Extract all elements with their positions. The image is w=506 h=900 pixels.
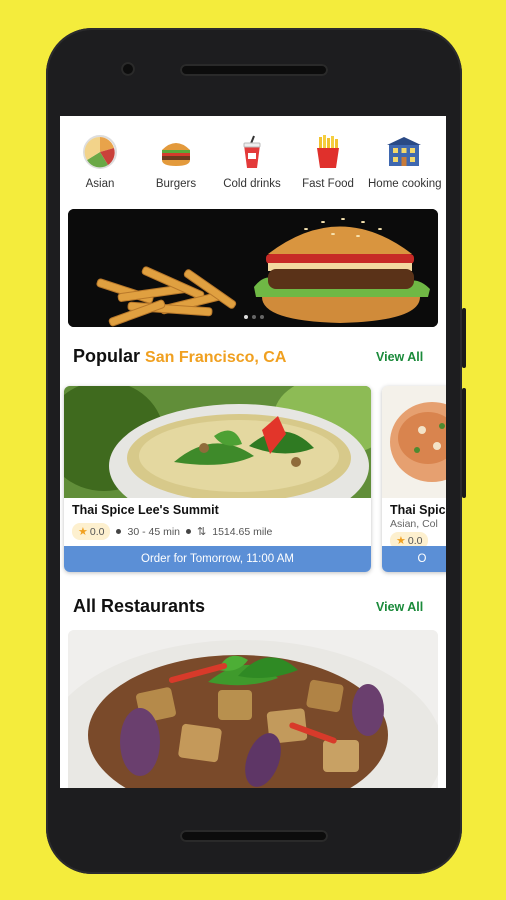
category-home-cooking[interactable]: Home cooking <box>364 134 444 190</box>
power-button <box>462 308 466 368</box>
all-restaurants-title: All Restaurants <box>73 596 206 616</box>
bullet-icon <box>186 529 192 534</box>
burger-fries-image <box>68 209 438 327</box>
restaurant-name: Thai Spic <box>390 503 446 517</box>
fries-icon <box>310 134 346 170</box>
star-icon: ★ <box>78 526 88 538</box>
restaurant-card[interactable]: Thai Spice Lee's Summit ★ 0.0 30 - 45 mi… <box>64 386 371 572</box>
category-label: Home cooking <box>368 178 442 190</box>
delivery-time: 30 - 45 min <box>127 525 181 538</box>
restaurant-cuisine: Asian, Col <box>390 518 438 530</box>
popular-title: Popular San Francisco, CA <box>73 346 287 366</box>
restaurant-name: Thai Spice Lee's Summit <box>72 503 219 517</box>
house-icon <box>386 134 422 170</box>
distance: 1514.65 mile <box>212 525 273 538</box>
phone-frame: Asian Burgers Cold drinks Fast Food Home… <box>46 28 466 874</box>
order-button[interactable]: O <box>382 546 446 572</box>
front-camera <box>121 62 135 76</box>
restaurant-image <box>382 386 446 498</box>
volume-button <box>462 388 466 498</box>
carousel-dots[interactable] <box>244 315 264 319</box>
popular-view-all-link[interactable]: View All <box>376 350 423 364</box>
category-burgers[interactable]: Burgers <box>136 134 216 190</box>
cold-drink-icon <box>234 134 270 170</box>
restaurant-meta: ★ 0.0 30 - 45 min ⇅ 1514.65 mile <box>72 523 272 540</box>
category-strip[interactable]: Asian Burgers Cold drinks Fast Food Home… <box>60 116 446 208</box>
bottom-speaker <box>180 830 328 842</box>
app-screen: Asian Burgers Cold drinks Fast Food Home… <box>60 116 446 788</box>
category-label: Cold drinks <box>223 178 281 190</box>
bullet-icon <box>116 529 122 534</box>
category-label: Fast Food <box>302 178 354 190</box>
order-button[interactable]: Order for Tomorrow, 11:00 AM <box>64 546 371 572</box>
category-cold-drinks[interactable]: Cold drinks <box>212 134 292 190</box>
all-restaurants-view-all-link[interactable]: View All <box>376 600 423 614</box>
category-label: Asian <box>85 178 115 190</box>
restaurant-card[interactable]: Thai Spic Asian, Col ★ 0.0 O <box>382 386 446 572</box>
top-speaker <box>180 64 328 76</box>
category-asian[interactable]: Asian <box>60 134 140 190</box>
category-fast-food[interactable]: Fast Food <box>288 134 368 190</box>
rating-badge: ★ 0.0 <box>72 523 111 540</box>
restaurant-image <box>64 386 371 498</box>
distance-icon: ⇅ <box>197 526 207 538</box>
restaurant-image-large[interactable] <box>68 630 438 788</box>
burger-icon <box>158 134 194 170</box>
asian-food-icon <box>82 134 118 170</box>
category-label: Burgers <box>155 178 197 190</box>
promo-banner[interactable] <box>68 209 438 327</box>
popular-city[interactable]: San Francisco, CA <box>145 349 286 366</box>
